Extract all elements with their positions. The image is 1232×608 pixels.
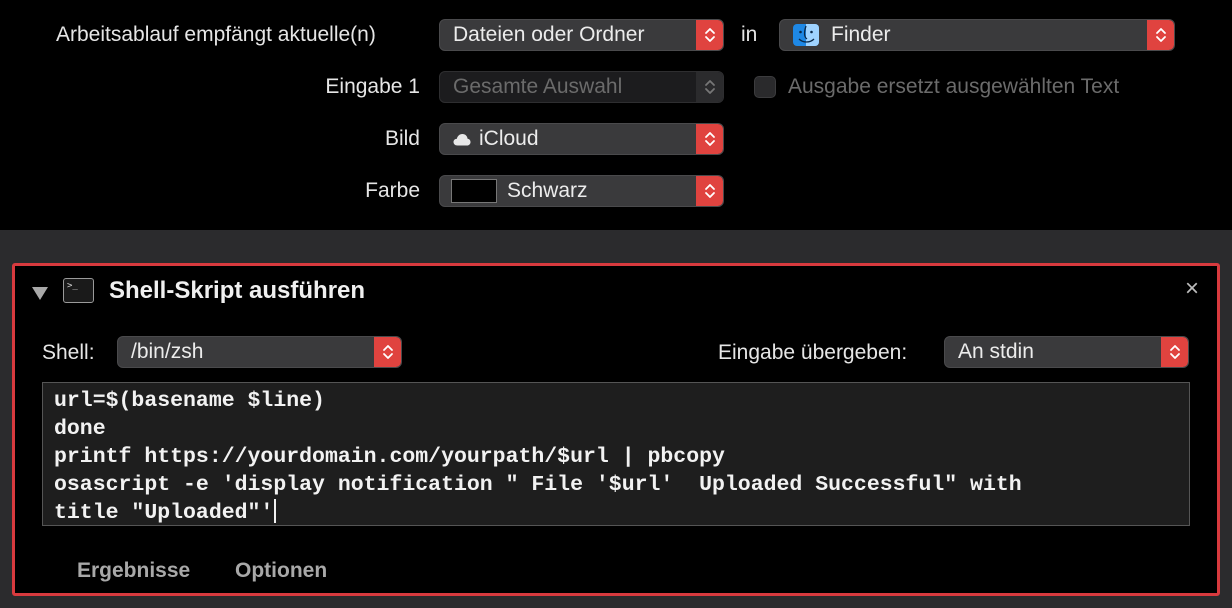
- script-line: url=$(basename $line): [54, 389, 325, 413]
- pass-input-popup[interactable]: An stdin: [944, 336, 1189, 368]
- close-icon[interactable]: ×: [1185, 277, 1199, 301]
- terminal-icon: >_: [63, 278, 94, 303]
- text-caret: [274, 499, 277, 523]
- pass-input-value: An stdin: [958, 340, 1034, 363]
- input-value: Gesamte Auswahl: [453, 75, 623, 98]
- script-line: osascript -e 'display notification " Fil…: [54, 473, 1022, 497]
- shell-label: Shell:: [42, 341, 95, 364]
- stepper-icon: [1147, 20, 1174, 50]
- in-label: in: [741, 23, 758, 46]
- color-value: Schwarz: [507, 179, 588, 202]
- stepper-icon: [696, 124, 723, 154]
- replace-text-checkbox[interactable]: [754, 76, 776, 98]
- color-swatch: [451, 179, 497, 203]
- stepper-icon: [1161, 337, 1188, 367]
- tab-options[interactable]: Optionen: [235, 559, 327, 583]
- input-popup[interactable]: Gesamte Auswahl: [439, 71, 724, 103]
- image-value: iCloud: [479, 127, 539, 150]
- replace-text-label: Ausgabe ersetzt ausgewählten Text: [788, 75, 1120, 98]
- script-editor[interactable]: url=$(basename $line) done printf https://…: [42, 382, 1190, 526]
- shell-popup[interactable]: /bin/zsh: [117, 336, 402, 368]
- shell-script-action[interactable]: >_ Shell-Skript ausführen × Shell: /bin/…: [12, 263, 1220, 596]
- color-popup[interactable]: Schwarz: [439, 175, 724, 207]
- pass-input-label: Eingabe übergeben:: [718, 341, 908, 364]
- app-value: Finder: [831, 23, 891, 46]
- receives-value: Dateien oder Ordner: [453, 23, 645, 46]
- finder-icon: [793, 24, 819, 46]
- stepper-icon: [696, 20, 723, 50]
- stepper-icon: [696, 176, 723, 206]
- image-popup[interactable]: iCloud: [439, 123, 724, 155]
- input-label: Eingabe 1: [325, 75, 420, 98]
- script-line: printf https://yourdomain.com/yourpath/$…: [54, 445, 725, 469]
- stepper-icon: [696, 72, 723, 102]
- shell-value: /bin/zsh: [131, 340, 204, 363]
- image-label: Bild: [384, 127, 420, 150]
- action-title: Shell-Skript ausführen: [109, 277, 366, 304]
- app-popup[interactable]: Finder: [779, 19, 1175, 51]
- script-line: title "Uploaded"': [54, 501, 274, 525]
- receives-label: Arbeitsablauf empfängt aktuelle(n): [56, 23, 376, 46]
- disclosure-triangle-icon[interactable]: [31, 285, 49, 301]
- stepper-icon: [374, 337, 401, 367]
- color-label: Farbe: [365, 179, 420, 202]
- tab-results[interactable]: Ergebnisse: [77, 559, 190, 583]
- script-line: done: [54, 417, 106, 441]
- workflow-header: Arbeitsablauf empfängt aktuelle(n) Datei…: [0, 0, 1232, 230]
- receives-popup[interactable]: Dateien oder Ordner: [439, 19, 724, 51]
- icloud-icon: [453, 133, 471, 145]
